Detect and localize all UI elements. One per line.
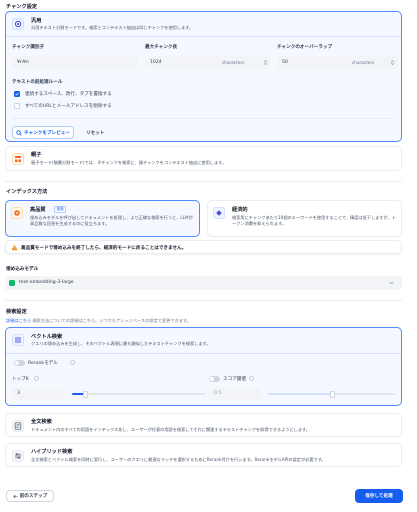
back-button[interactable]: 前のステップ [6, 490, 54, 502]
general-mode-title: 汎用 [31, 18, 42, 24]
hybrid-search-card[interactable]: ハイブリッド検索 全文検索とベクトル検索を同時に実行し、ユーザーのクエリに最適な… [5, 443, 402, 467]
embedding-model-label: 埋め込みモデル [6, 267, 39, 272]
vector-search-icon [12, 334, 24, 346]
reset-button[interactable]: リセット [86, 130, 104, 136]
general-mode-card[interactable]: 汎用 汎用テキスト分割モードです。検索とコンテキスト抽出は同じチャンクを使用しま… [5, 11, 402, 142]
score-threshold-input[interactable]: 0.5 [209, 388, 261, 400]
retrieval-subtitle: 詳細はこちら 検索方法についての詳細はこちら。いつでもナレッジベースの設定で変更… [6, 318, 191, 324]
economy-desc: 検索用にチャンクあたり10個のキーワードを使用することで、精度は低下しますが、ト… [232, 215, 397, 226]
score-slider-fill [268, 393, 332, 395]
general-mode-desc: 汎用テキスト分割モードです。検索とコンテキスト抽出は同じチャンクを使用します。 [31, 25, 194, 30]
recommended-badge: 推奨 [54, 206, 67, 213]
arrow-left-icon [13, 494, 18, 498]
score-threshold-toggle[interactable] [209, 376, 220, 382]
index-warning: 高品質モードで埋め込みを終了したら、経済的モードに戻ることはできません。 [5, 240, 402, 254]
embedding-model-value: text-embedding-3-large [19, 280, 74, 285]
topk-slider-thumb[interactable] [82, 390, 88, 398]
topk-label: トップK [12, 377, 29, 382]
max-length-unit: characters [222, 60, 245, 65]
save-and-process-label: 保存して処理 [365, 494, 393, 499]
economy-icon [213, 207, 225, 219]
score-help-icon [249, 376, 254, 381]
rule-whitespace-label: 連続するスペース、改行、タブを置換する [25, 92, 112, 97]
parent-child-title: 親子 [31, 152, 42, 158]
retrieval-settings-title: 検索設定 [6, 309, 27, 315]
preprocess-rules-label: テキストの前処理ルール [12, 80, 63, 85]
score-slider-thumb[interactable] [329, 390, 335, 398]
parent-child-mode-card[interactable]: 親子 親子モード(階層分割モード)では、子チャンクを検索に、親チャンクをコンテキ… [5, 146, 402, 171]
preview-chunk-label: チャンクをプレビュー [24, 130, 70, 136]
max-length-input[interactable]: 1024 [145, 56, 271, 69]
warning-icon [11, 244, 18, 251]
retrieval-subtitle-text: 検索方法についての詳細はこちら。いつでもナレッジベースの設定で変更できます。 [31, 318, 191, 323]
openai-logo-icon [9, 280, 15, 286]
section-divider [5, 181, 402, 182]
rerank-toggle[interactable] [14, 360, 25, 366]
section-divider-2 [5, 300, 402, 301]
index-method-title: インデックス方法 [6, 189, 48, 195]
high-quality-card[interactable]: 高品質 推奨 埋め込みモデルを呼び出してドキュメントを処理し、より正確な検索を行… [5, 200, 200, 237]
hybrid-search-desc: 全文検索とベクトル検索を同時に実行し、ユーザーのクエリに最適なマッチを選択するた… [31, 457, 326, 462]
rerank-label: Rerankモデル [28, 361, 58, 366]
vector-search-card[interactable]: ベクトル検索 クエリの埋め込みを生成し、そのベクトル表現に最も類似したテキストチ… [5, 327, 402, 406]
overlap-value: 50 [282, 60, 288, 65]
high-quality-icon [11, 207, 23, 219]
help-icon [70, 360, 75, 365]
overlap-unit: characters [352, 60, 375, 65]
back-button-label: 前のステップ [19, 494, 48, 499]
chunk-settings-title: チャンク設定 [6, 4, 38, 10]
score-threshold-label: スコア閾値 [223, 377, 246, 382]
separator-label: チャンク識別子 [12, 45, 45, 50]
check-icon [15, 92, 19, 96]
score-slider-track[interactable] [268, 390, 396, 398]
preview-chunk-button[interactable]: チャンクをプレビュー [12, 126, 74, 139]
fulltext-search-desc: ドキュメント内のすべての用語をインデックス化し、ユーザーが任意の用語を検索してそ… [31, 427, 310, 432]
max-length-label: 最大チャンク長 [145, 45, 178, 50]
hybrid-search-icon [12, 450, 24, 462]
general-mode-icon [12, 18, 24, 30]
chevron-down-icon[interactable] [389, 281, 394, 285]
topk-slider-track[interactable] [72, 390, 206, 398]
max-length-value: 1024 [150, 60, 162, 65]
parent-child-desc: 親子モード(階層分割モード)では、子チャンクを検索に、親チャンクをコンテキスト抽… [31, 160, 227, 165]
embedding-model-select[interactable]: text-embedding-3-large [5, 276, 402, 290]
parent-child-icon [12, 153, 24, 165]
topk-help-icon [34, 376, 39, 381]
high-quality-desc: 埋め込みモデルを呼び出してドキュメントを処理し、より正確な検索を行うと、LLMが… [30, 215, 193, 226]
fulltext-search-card[interactable]: 全文検索 ドキュメント内のすべての用語をインデックス化し、ユーザーが任意の用語を… [5, 413, 402, 437]
topk-input[interactable]: 3 [12, 388, 64, 400]
max-length-stepper-icon[interactable] [263, 59, 268, 66]
high-quality-title: 高品質 [30, 207, 46, 213]
fulltext-search-icon [12, 420, 24, 432]
vector-search-title: ベクトル検索 [31, 334, 63, 340]
rule-url-label: すべてのURLとメールアドレスを削除する [25, 104, 112, 109]
overlap-label: チャンクのオーバーラップ [277, 45, 333, 50]
learn-more-link[interactable]: 詳細はこちら [6, 318, 31, 323]
hybrid-search-title: ハイブリッド検索 [31, 449, 73, 455]
separator-input[interactable]: ¥n¥n [12, 56, 138, 69]
rule-url-checkbox[interactable] [14, 103, 20, 109]
save-and-process-button[interactable]: 保存して処理 [355, 489, 403, 503]
economy-card[interactable]: 経済的 検索用にチャンクあたり10個のキーワードを使用することで、精度は低下しま… [207, 200, 402, 237]
index-warning-text: 高品質モードで埋め込みを終了したら、経済的モードに戻ることはできません。 [21, 245, 187, 251]
overlap-input[interactable]: 50 [277, 56, 398, 69]
economy-title: 経済的 [232, 207, 248, 213]
search-icon [16, 129, 22, 136]
vector-search-desc: クエリの埋め込みを生成し、そのベクトル表現に最も類似したテキストチャンクを検索し… [31, 341, 211, 346]
overlap-stepper-icon[interactable] [390, 59, 395, 66]
fulltext-search-title: 全文検索 [31, 419, 52, 425]
rule-whitespace-checkbox[interactable] [14, 91, 20, 97]
